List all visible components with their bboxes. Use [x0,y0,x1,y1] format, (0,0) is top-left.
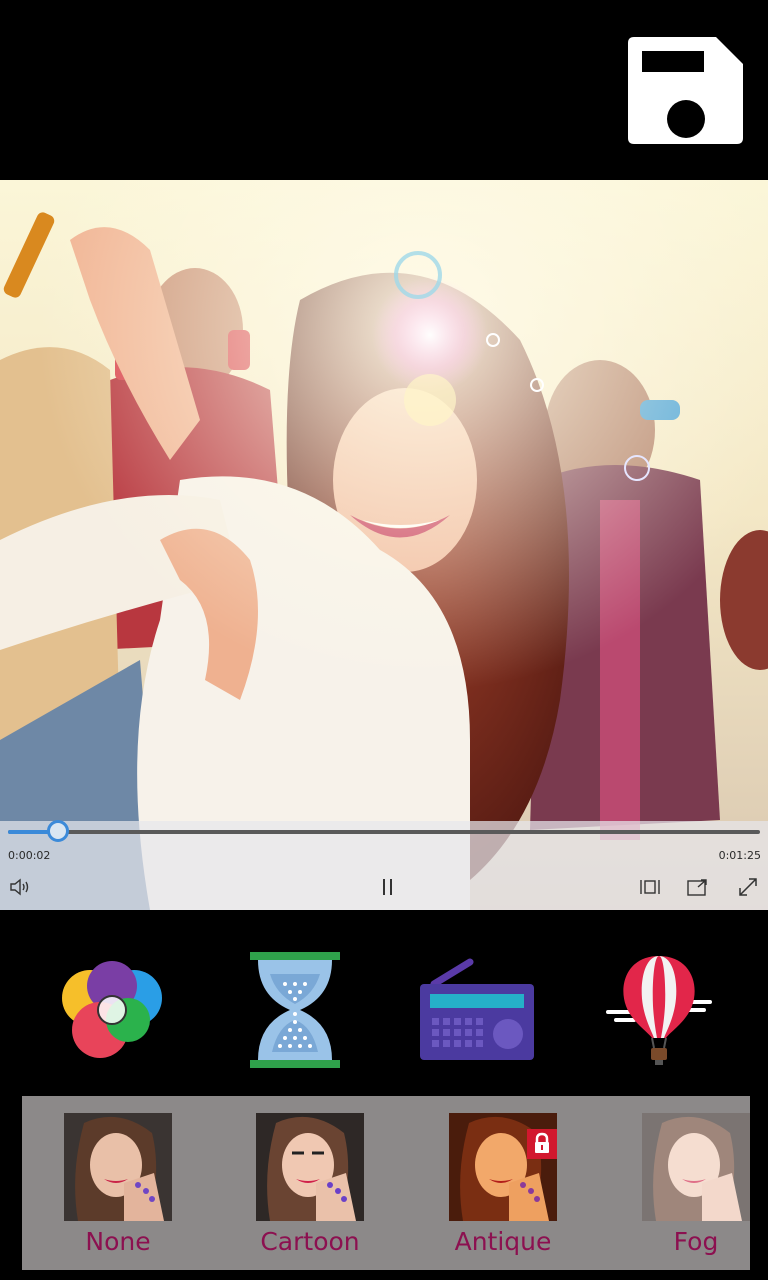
fullscreen-button[interactable] [736,875,760,899]
top-bar [0,0,768,180]
seek-thumb[interactable] [46,820,69,842]
filter-none[interactable]: None [58,1113,178,1256]
color-adjust-icon [62,961,162,1058]
elapsed-time: 0:00:02 [8,849,51,862]
filter-thumbnail [449,1113,557,1221]
radio-music-icon [420,958,534,1060]
filter-thumbnail [642,1113,750,1221]
filter-thumbnail [256,1113,364,1221]
tool-stickers[interactable] [604,954,714,1071]
aspect-ratio-icon [640,880,660,894]
volume-icon [10,878,29,896]
fullscreen-icon [739,878,757,896]
tools-row [0,940,768,1070]
volume-button[interactable] [8,875,34,899]
hot-air-balloon-icon [606,956,712,1065]
filter-strip: None Cartoon Antique Fog [22,1096,750,1270]
save-button[interactable] [628,37,743,144]
filter-label: None [85,1227,151,1256]
filter-label: Fog [673,1227,719,1256]
hourglass-icon [250,952,340,1068]
player-controls: 0:00:02 0:01:25 [0,820,768,910]
seek-bar[interactable] [8,820,760,842]
cast-button[interactable] [686,875,710,899]
filter-thumbnail [64,1113,172,1221]
tool-music[interactable] [420,958,534,1067]
filter-label: Antique [454,1227,552,1256]
pause-icon [383,879,392,895]
video-frame-image [0,180,768,910]
filter-label: Cartoon [260,1227,360,1256]
tool-speed[interactable] [250,952,340,1073]
cast-icon [687,879,707,896]
video-preview[interactable]: 0:00:02 0:01:25 [0,180,768,910]
tool-color-adjust[interactable] [56,958,168,1067]
aspect-ratio-button[interactable] [638,875,662,899]
filter-antique[interactable]: Antique [443,1113,563,1256]
filter-fog[interactable]: Fog [636,1113,750,1256]
filter-cartoon[interactable]: Cartoon [250,1113,370,1256]
pause-button[interactable] [376,875,400,899]
total-time: 0:01:25 [718,849,761,862]
save-floppy-icon [628,37,743,144]
lock-icon [527,1129,557,1159]
